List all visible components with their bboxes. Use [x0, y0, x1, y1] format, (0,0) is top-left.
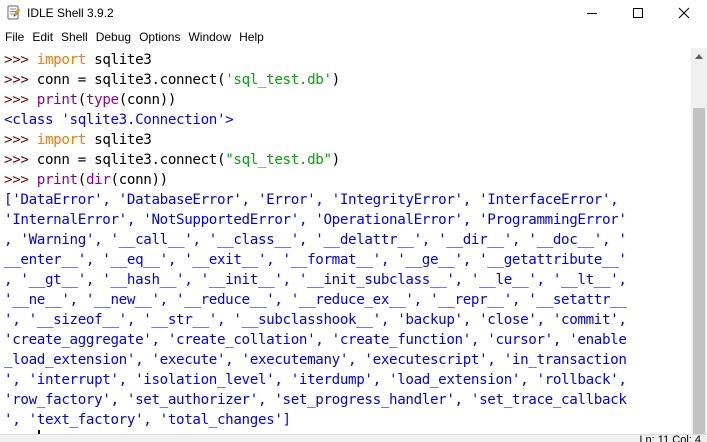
- output-text: 'row_factory', 'set_authorizer', 'set_pr…: [4, 392, 627, 408]
- menu-bar: File Edit Shell Debug Options Window Hel…: [0, 27, 707, 46]
- code-token: ): [331, 152, 341, 168]
- code-token: import: [36, 52, 87, 68]
- status-bar: Ln: 11 Col: 4: [0, 434, 707, 442]
- output-text: <class 'sqlite3.Connection'>: [4, 112, 234, 128]
- output-text: ', 'text_factory', 'total_changes']: [4, 412, 291, 428]
- shell-prompt: >>>: [4, 72, 37, 88]
- menu-file[interactable]: File: [0, 30, 24, 44]
- shell-input-line: >>> import sqlite3: [4, 130, 152, 150]
- close-button[interactable]: [661, 0, 707, 26]
- shell-prompt: >>>: [4, 52, 37, 68]
- code-token: sqlite3: [85, 52, 152, 68]
- output-text: ', '__sizeof__', '__str__', '__subclassh…: [4, 312, 627, 328]
- minimize-icon: [587, 13, 597, 14]
- chevron-up-icon: [695, 54, 703, 59]
- shell-output-line: ', 'text_factory', 'total_changes']: [4, 410, 291, 430]
- menu-debug[interactable]: Debug: [92, 30, 131, 44]
- menu-edit[interactable]: Edit: [28, 30, 53, 44]
- output-text: ', 'interrupt', 'isolation_level', 'iter…: [4, 372, 627, 388]
- shell-input-line: >>> print(dir(conn)): [4, 170, 168, 190]
- output-text: , 'Warning', '__call__', '__class__', '_…: [4, 232, 627, 248]
- code-token: 'sql_test.db': [225, 72, 332, 88]
- idle-shell-window: IDLE Shell 3.9.2 File Edit Shell Debug O…: [0, 0, 707, 442]
- shell-input-line: >>> print(type(conn)): [4, 90, 176, 110]
- code-token: ): [331, 72, 341, 88]
- maximize-button[interactable]: [615, 0, 661, 26]
- menu-options[interactable]: Options: [135, 30, 180, 44]
- scroll-up-button[interactable]: [691, 48, 707, 65]
- shell-output-line: 'InternalError', 'NotSupportedError', 'O…: [4, 210, 627, 230]
- code-token: conn = sqlite3.connect(: [36, 152, 226, 168]
- output-text: ['DataError', 'DatabaseError', 'Error', …: [4, 192, 619, 208]
- shell-prompt: >>>: [4, 152, 37, 168]
- output-text: , '__gt__', '__hash__', '__init__', '__i…: [4, 272, 627, 288]
- shell-output-line: 'create_aggregate', 'create_collation', …: [4, 330, 627, 350]
- scrollbar-thumb[interactable]: [693, 108, 705, 434]
- shell-output-line: __enter__', '__eq__', '__exit__', '__for…: [4, 250, 627, 270]
- code-token: import: [36, 132, 87, 148]
- shell-input-line: >>> conn = sqlite3.connect('sql_test.db'…: [4, 70, 340, 90]
- vertical-scrollbar[interactable]: [691, 48, 707, 434]
- shell-output-line: '__ne__', '__new__', '__reduce__', '__re…: [4, 290, 627, 310]
- shell-output-line: , 'Warning', '__call__', '__class__', '_…: [4, 230, 627, 250]
- shell-input-line: >>> import sqlite3: [4, 50, 152, 70]
- code-token: (: [77, 92, 87, 108]
- window-controls: [569, 0, 707, 26]
- shell-input-line: >>> conn = sqlite3.connect("sql_test.db"…: [4, 150, 340, 170]
- code-token: sqlite3: [85, 132, 152, 148]
- code-token: dir: [85, 172, 111, 188]
- output-text: __enter__', '__eq__', '__exit__', '__for…: [4, 252, 627, 268]
- code-token: type: [85, 92, 119, 108]
- menu-window[interactable]: Window: [184, 30, 231, 44]
- shell-prompt: >>>: [4, 132, 37, 148]
- title-bar[interactable]: IDLE Shell 3.9.2: [0, 0, 707, 26]
- shell-output-line: _load_extension', 'execute', 'executeman…: [4, 350, 627, 370]
- code-token: "sql_test.db": [225, 152, 332, 168]
- shell-text-area[interactable]: >>> import sqlite3 >>> conn = sqlite3.con…: [0, 48, 691, 434]
- idle-python-icon: [5, 5, 21, 21]
- code-token: conn = sqlite3.connect(: [36, 72, 226, 88]
- shell-prompt: >>>: [4, 92, 37, 108]
- close-icon: [678, 7, 690, 19]
- shell-output-line: ', 'interrupt', 'isolation_level', 'iter…: [4, 370, 627, 390]
- output-text: 'InternalError', 'NotSupportedError', 'O…: [4, 212, 627, 228]
- code-token: print: [36, 172, 78, 188]
- shell-output-line: ', '__sizeof__', '__str__', '__subclassh…: [4, 310, 627, 330]
- shell-output-line: ['DataError', 'DatabaseError', 'Error', …: [4, 190, 619, 210]
- menu-shell[interactable]: Shell: [57, 30, 88, 44]
- output-text: _load_extension', 'execute', 'executeman…: [4, 352, 627, 368]
- code-token: (: [77, 172, 87, 188]
- shell-output-line: 'row_factory', 'set_authorizer', 'set_pr…: [4, 390, 627, 410]
- window-title: IDLE Shell 3.9.2: [27, 6, 114, 20]
- code-token: (conn)): [118, 92, 177, 108]
- menu-help[interactable]: Help: [235, 30, 264, 44]
- code-token: (conn)): [110, 172, 169, 188]
- output-text: 'create_aggregate', 'create_collation', …: [4, 332, 627, 348]
- output-text: '__ne__', '__new__', '__reduce__', '__re…: [4, 292, 627, 308]
- minimize-button[interactable]: [569, 0, 615, 26]
- cursor-position: Ln: 11 Col: 4: [639, 434, 701, 442]
- code-token: print: [36, 92, 78, 108]
- shell-prompt: >>>: [4, 172, 37, 188]
- shell-output-line: <class 'sqlite3.Connection'>: [4, 110, 234, 130]
- maximize-icon: [633, 8, 643, 18]
- shell-output-line: , '__gt__', '__hash__', '__init__', '__i…: [4, 270, 627, 290]
